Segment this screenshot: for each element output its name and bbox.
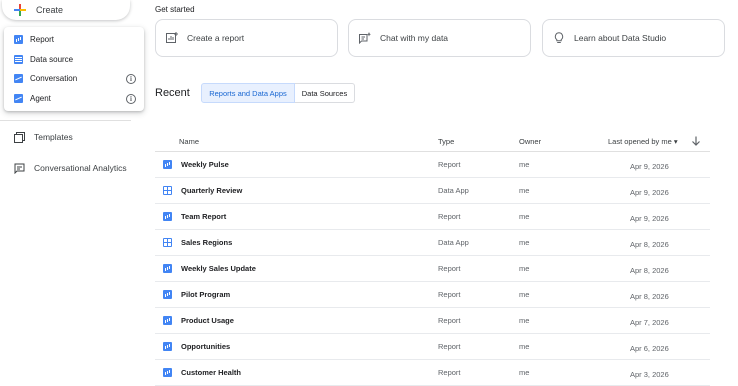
row-owner: me — [519, 368, 530, 377]
row-owner: me — [519, 264, 530, 273]
column-header-owner[interactable]: Owner — [519, 137, 541, 146]
menu-item-report[interactable]: Report — [4, 30, 144, 50]
row-last-opened: Apr 8, 2026 — [630, 266, 669, 275]
column-header-name[interactable]: Name — [179, 137, 199, 146]
templates-icon — [14, 131, 25, 143]
report-icon — [163, 316, 172, 325]
card-learn-data-studio[interactable]: Learn about Data Studio — [542, 19, 725, 57]
row-last-opened: Apr 9, 2026 — [630, 162, 669, 171]
row-owner: me — [519, 186, 530, 195]
row-last-opened: Apr 8, 2026 — [630, 292, 669, 301]
agent-icon — [14, 93, 23, 103]
report-icon — [163, 264, 172, 273]
create-button[interactable]: Create — [2, 0, 130, 20]
sidebar-item-label: Conversational Analytics — [34, 163, 127, 173]
row-owner: me — [519, 342, 530, 351]
menu-item-agent[interactable]: Agent i — [4, 89, 144, 109]
table-row[interactable]: Product Usage Report me Apr 7, 2026 — [155, 308, 710, 334]
row-type: Data App — [438, 186, 469, 195]
conversation-icon — [14, 74, 23, 84]
row-type: Report — [438, 160, 461, 169]
conversational-analytics-icon — [14, 163, 25, 174]
row-last-opened: Apr 9, 2026 — [630, 188, 669, 197]
lightbulb-icon — [553, 32, 565, 44]
row-last-opened: Apr 9, 2026 — [630, 214, 669, 223]
menu-item-label: Agent — [30, 93, 51, 103]
sidebar-item-templates[interactable]: Templates — [0, 127, 73, 147]
table-row[interactable]: Customer Health Report me Apr 3, 2026 — [155, 360, 710, 386]
table-row[interactable]: Opportunities Report me Apr 6, 2026 — [155, 334, 710, 360]
menu-item-label: Report — [30, 35, 55, 45]
row-owner: me — [519, 238, 530, 247]
row-name: Team Report — [181, 212, 227, 221]
report-icon — [163, 212, 172, 221]
card-label: Learn about Data Studio — [574, 33, 667, 43]
row-type: Report — [438, 342, 461, 351]
info-icon[interactable]: i — [126, 74, 136, 84]
row-type: Report — [438, 316, 461, 325]
add-chart-icon — [166, 32, 178, 44]
table-row[interactable]: Weekly Pulse Report me Apr 9, 2026 — [155, 152, 710, 178]
arrow-down-icon[interactable] — [690, 134, 702, 146]
table-row[interactable]: Sales Regions Data App me Apr 8, 2026 — [155, 230, 710, 256]
card-chat-with-data[interactable]: Chat with my data — [348, 19, 531, 57]
menu-item-label: Data source — [30, 54, 74, 64]
row-name: Quarterly Review — [181, 186, 243, 195]
column-header-last-opened[interactable]: Last opened by me ▾ — [608, 137, 678, 146]
data-app-icon — [163, 238, 172, 247]
data-source-icon — [14, 54, 23, 64]
report-icon — [14, 35, 23, 45]
row-name: Pilot Program — [181, 290, 231, 299]
row-last-opened: Apr 8, 2026 — [630, 240, 669, 249]
row-owner: me — [519, 160, 530, 169]
report-icon — [163, 342, 172, 351]
menu-item-data-source[interactable]: Data source — [4, 50, 144, 70]
row-name: Opportunities — [181, 342, 231, 351]
row-type: Report — [438, 264, 461, 273]
tab-data-sources[interactable]: Data Sources — [295, 83, 355, 103]
row-name: Weekly Pulse — [181, 160, 229, 169]
table-row[interactable]: Team Report Report me Apr 9, 2026 — [155, 204, 710, 230]
menu-item-label: Conversation — [30, 74, 78, 84]
section-title-recent: Recent — [155, 87, 190, 99]
card-label: Chat with my data — [380, 33, 449, 43]
row-name: Weekly Sales Update — [181, 264, 256, 273]
data-app-icon — [163, 186, 172, 195]
card-label: Create a report — [187, 33, 245, 43]
row-last-opened: Apr 6, 2026 — [630, 344, 669, 353]
row-name: Sales Regions — [181, 238, 233, 247]
table-row[interactable]: Weekly Sales Update Report me Apr 8, 2026 — [155, 256, 710, 282]
row-owner: me — [519, 290, 530, 299]
row-last-opened: Apr 3, 2026 — [630, 370, 669, 379]
card-create-report[interactable]: Create a report — [155, 19, 338, 57]
create-label: Create — [36, 5, 64, 15]
row-type: Data App — [438, 238, 469, 247]
sidebar-item-label: Templates — [34, 132, 73, 142]
report-icon — [163, 290, 172, 299]
info-icon[interactable]: i — [126, 93, 136, 104]
column-header-type[interactable]: Type — [438, 137, 454, 146]
row-type: Report — [438, 368, 461, 377]
table-row[interactable]: Pilot Program Report me Apr 8, 2026 — [155, 282, 710, 308]
report-icon — [163, 368, 172, 377]
row-name: Customer Health — [181, 368, 242, 377]
chat-sparkle-icon — [359, 32, 371, 45]
report-icon — [163, 160, 172, 169]
row-last-opened: Apr 7, 2026 — [630, 318, 669, 327]
row-owner: me — [519, 212, 530, 221]
menu-item-conversation[interactable]: Conversation i — [4, 69, 144, 89]
row-type: Report — [438, 290, 461, 299]
create-menu: Report Data source Conversation i Agent … — [4, 27, 144, 111]
sidebar-item-conversational-analytics[interactable]: Conversational Analytics — [0, 158, 127, 178]
row-type: Report — [438, 212, 461, 221]
row-owner: me — [519, 316, 530, 325]
tab-reports-and-data-apps[interactable]: Reports and Data Apps — [201, 83, 295, 103]
table-row[interactable]: Quarterly Review Data App me Apr 9, 2026 — [155, 178, 710, 204]
plus-icon — [14, 4, 26, 16]
section-title-get-started: Get started — [155, 5, 195, 14]
row-name: Product Usage — [181, 316, 234, 325]
sidebar-divider — [0, 120, 131, 121]
